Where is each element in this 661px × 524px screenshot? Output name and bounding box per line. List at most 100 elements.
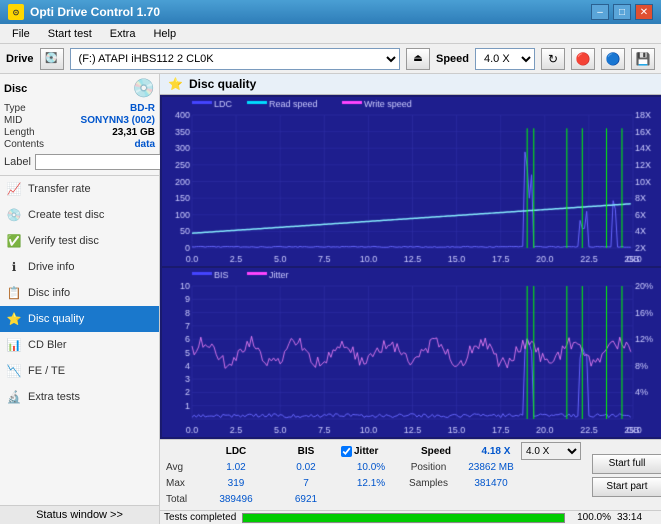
disc-quality-header: ⭐ Disc quality <box>160 74 661 95</box>
ldc-header: LDC <box>201 446 271 457</box>
title-bar: ⊙ Opti Drive Control 1.70 – □ ✕ <box>0 0 661 24</box>
speed-dropdown[interactable]: 4.0 X <box>521 442 581 460</box>
fe-te-icon: 📉 <box>6 363 22 379</box>
menu-start-test[interactable]: Start test <box>40 27 100 41</box>
jitter-avg: 10.0% <box>341 462 401 473</box>
nav-drive-info[interactable]: ℹ Drive info <box>0 254 159 280</box>
nav-disc-quality[interactable]: ⭐ Disc quality <box>0 306 159 332</box>
nav-disc-info-label: Disc info <box>28 287 70 299</box>
mid-key: MID <box>4 115 22 126</box>
type-key: Type <box>4 103 26 114</box>
progress-time: 33:14 <box>617 512 657 523</box>
nav-fe-te-label: FE / TE <box>28 365 65 377</box>
disc-panel: Disc 💿 Type BD-R MID SONYNN3 (002) Lengt… <box>0 74 159 176</box>
nav-cd-bler-label: CD Bler <box>28 339 67 351</box>
minimize-button[interactable]: – <box>591 4 609 20</box>
menu-extra[interactable]: Extra <box>102 27 144 41</box>
disc-info-icon: 📋 <box>6 285 22 301</box>
app-icon: ⊙ <box>8 4 24 20</box>
progress-bar-fill <box>243 514 564 522</box>
eject-button[interactable]: ⏏ <box>406 48 430 70</box>
speed-label: Speed <box>436 53 469 65</box>
stats-table: LDC BIS Jitter Speed 4.18 X 4.0 X <box>166 443 586 507</box>
create-test-disc-icon: 💿 <box>6 207 22 223</box>
nav-create-test-disc-label: Create test disc <box>28 209 104 221</box>
nav-transfer-rate[interactable]: 📈 Transfer rate <box>0 176 159 202</box>
samples-value: 381470 <box>456 478 526 489</box>
avg-label: Avg <box>166 462 201 473</box>
jitter-checkbox[interactable] <box>341 446 352 457</box>
nav-fe-te[interactable]: 📉 FE / TE <box>0 358 159 384</box>
bis-max: 7 <box>271 478 341 489</box>
nav-verify-test-disc[interactable]: ✅ Verify test disc <box>0 228 159 254</box>
disc-quality-header-icon: ⭐ <box>168 77 183 91</box>
label-input[interactable] <box>35 154 173 170</box>
nav-disc-info[interactable]: 📋 Disc info <box>0 280 159 306</box>
buttons-section: Start full Start part <box>586 443 661 507</box>
jitter-label: Jitter <box>354 446 378 457</box>
label-key: Label <box>4 156 31 168</box>
length-value: 23,31 GB <box>112 127 155 138</box>
nav-create-test-disc[interactable]: 💿 Create test disc <box>0 202 159 228</box>
stats-panel: LDC BIS Jitter Speed 4.18 X 4.0 X <box>160 439 661 510</box>
progress-bar <box>242 513 565 523</box>
content-area: ⭐ Disc quality LDC BIS <box>160 74 661 524</box>
settings-btn2[interactable]: 🔵 <box>601 48 625 70</box>
start-part-button[interactable]: Start part <box>592 477 661 497</box>
menu-file[interactable]: File <box>4 27 38 41</box>
nav-verify-test-disc-label: Verify test disc <box>28 235 99 247</box>
mid-value: SONYNN3 (002) <box>81 115 155 126</box>
jitter-checkbox-label: Jitter <box>341 446 378 457</box>
disc-quality-icon: ⭐ <box>6 311 22 327</box>
cd-bler-icon: 📊 <box>6 337 22 353</box>
nav-drive-info-label: Drive info <box>28 261 74 273</box>
speed-header: Speed <box>401 446 471 457</box>
drive-bar: Drive 💽 (F:) ATAPI iHBS112 2 CL0K ⏏ Spee… <box>0 44 661 74</box>
settings-btn1[interactable]: 🔴 <box>571 48 595 70</box>
progress-bar-container: Tests completed 100.0% 33:14 <box>160 510 661 524</box>
sidebar: Disc 💿 Type BD-R MID SONYNN3 (002) Lengt… <box>0 74 160 524</box>
app-title: Opti Drive Control 1.70 <box>30 5 160 19</box>
drive-label: Drive <box>6 53 34 65</box>
bis-header: BIS <box>271 446 341 457</box>
length-key: Length <box>4 127 35 138</box>
nav-cd-bler[interactable]: 📊 CD Bler <box>0 332 159 358</box>
bis-avg: 0.02 <box>271 462 341 473</box>
nav-transfer-rate-label: Transfer rate <box>28 183 91 195</box>
menu-help[interactable]: Help <box>145 27 184 41</box>
close-button[interactable]: ✕ <box>635 4 653 20</box>
menu-bar: File Start test Extra Help <box>0 24 661 44</box>
samples-label: Samples <box>401 478 456 489</box>
disc-quality-title: Disc quality <box>189 77 256 91</box>
transfer-rate-icon: 📈 <box>6 181 22 197</box>
nav-extra-tests[interactable]: 🔬 Extra tests <box>0 384 159 410</box>
bis-total: 6921 <box>271 494 341 505</box>
status-window-button[interactable]: Status window >> <box>0 505 159 524</box>
sidebar-nav: 📈 Transfer rate 💿 Create test disc ✅ Ver… <box>0 176 159 505</box>
speed-select[interactable]: 4.0 X <box>475 48 535 70</box>
progress-percent: 100.0% <box>571 512 611 523</box>
ldc-max: 319 <box>201 478 271 489</box>
ldc-avg: 1.02 <box>201 462 271 473</box>
disc-section-title: Disc <box>4 83 27 95</box>
disc-icon: 💿 <box>133 78 155 99</box>
status-text: Tests completed <box>164 512 236 523</box>
refresh-button[interactable]: ↻ <box>541 48 565 70</box>
drive-icon-btn[interactable]: 💽 <box>40 48 64 70</box>
jitter-max: 12.1% <box>341 478 401 489</box>
start-full-button[interactable]: Start full <box>592 454 661 474</box>
nav-disc-quality-label: Disc quality <box>28 313 84 325</box>
drive-select[interactable]: (F:) ATAPI iHBS112 2 CL0K <box>70 48 400 70</box>
ldc-total: 389496 <box>201 494 271 505</box>
nav-extra-tests-label: Extra tests <box>28 391 80 403</box>
contents-key: Contents <box>4 139 44 150</box>
bis-chart <box>162 268 659 437</box>
charts-container <box>160 95 661 439</box>
extra-tests-icon: 🔬 <box>6 389 22 405</box>
type-value: BD-R <box>130 103 155 114</box>
position-value: 23862 MB <box>456 462 526 473</box>
save-button[interactable]: 💾 <box>631 48 655 70</box>
speed-value: 4.18 X <box>471 446 521 457</box>
contents-value: data <box>134 139 155 150</box>
maximize-button[interactable]: □ <box>613 4 631 20</box>
